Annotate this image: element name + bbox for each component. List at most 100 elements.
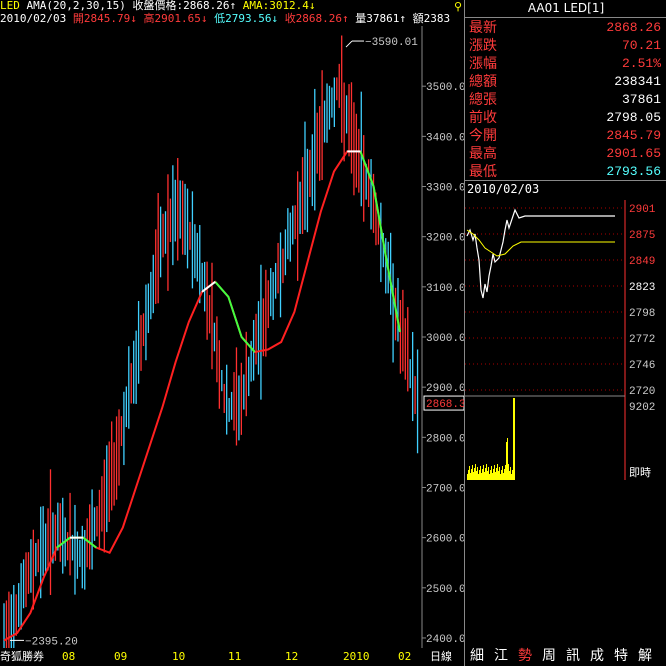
quote-row: 最高 2901.65 (467, 145, 663, 163)
volume-bar (473, 472, 474, 480)
ama-value-label: AMA:3012.4↓ (242, 0, 316, 12)
volume-max-label: 9202 (629, 402, 655, 414)
low-label: 低2793.56↓ (214, 12, 279, 25)
volume-bar (471, 469, 472, 480)
volume-bar (498, 471, 499, 480)
intraday-tick-label: 2798 (629, 308, 655, 320)
volume-bar (495, 472, 496, 480)
volume-bar (496, 468, 497, 480)
quote-label: 總額 (469, 74, 497, 90)
y-tick-label: 2600.0 (426, 534, 464, 546)
volume-bar (486, 464, 487, 480)
y-tick-label: 3100.0 (426, 283, 464, 295)
volume-bar (475, 464, 476, 480)
last-price-text: 2868.3 (426, 399, 464, 411)
volume-bar (501, 470, 502, 480)
volume-bar (484, 472, 485, 480)
intraday-tick-label: 2823 (629, 282, 655, 294)
volume-bar (470, 473, 471, 480)
quote-value: 37861 (621, 92, 661, 107)
quote-row: 最新 2868.26 (467, 19, 663, 37)
volume-bar (503, 473, 504, 480)
volume-bar (505, 465, 506, 480)
realtime-label[interactable]: 即時 (629, 466, 651, 479)
ama-flat-segment (214, 281, 256, 353)
volume-bar (510, 467, 511, 480)
tab-周[interactable]: 周 (537, 646, 561, 666)
quote-row: 總張 37861 (467, 91, 663, 109)
open-label: 開2845.79↓ (72, 12, 137, 25)
volume-bar (478, 474, 479, 480)
quote-title: AA01 LED[1] (527, 1, 605, 15)
intraday-tick-label: 2901 (629, 204, 656, 216)
volume-bar (494, 465, 495, 480)
quote-value: 2901.65 (606, 146, 661, 161)
intraday-chart[interactable]: 2901 2875 2849 2823 2798 2772 2746 2720 9202 即時 (465, 200, 666, 484)
quote-label: 前收 (469, 110, 497, 126)
volume-bar (500, 474, 501, 480)
volume-bar (504, 469, 505, 480)
indicator-bar: LED AMA(20,2,30,15) 收盤價格:2868.26↑ AMA:30… (0, 0, 462, 12)
quote-value: 70.21 (621, 38, 661, 53)
tab-江[interactable]: 江 (489, 646, 513, 666)
volume-bar (491, 466, 492, 480)
period-label[interactable]: 日線 (430, 648, 452, 666)
tab-特[interactable]: 特 (609, 646, 633, 666)
date-tick-label: 12 (285, 650, 299, 663)
price-chart[interactable]: 3500.0 3400.0 3300.0 3200.0 3100.0 3000.0 2900… (0, 26, 464, 648)
y-tick-label: 2400.0 (426, 634, 464, 646)
pin-icon[interactable]: ⚲ (454, 0, 464, 13)
volume-bar (493, 469, 494, 480)
y-tick-label: 3200.0 (426, 233, 464, 245)
quote-label: 漲幅 (469, 56, 497, 72)
tab-勢[interactable]: 勢 (513, 646, 537, 666)
y-tick-label: 2900.0 (426, 383, 464, 395)
volume-bar (479, 470, 480, 480)
y-tick-label: 3300.0 (426, 183, 464, 195)
amount-label: 額2383 (412, 12, 451, 25)
volume-bar (474, 468, 475, 480)
date-tick-label: 02 (398, 650, 412, 663)
quote-label: 總張 (469, 92, 497, 108)
close-label: 收2868.26↑ (284, 12, 349, 25)
y-tick-label: 3400.0 (426, 132, 464, 144)
quote-value: 2845.79 (606, 128, 661, 143)
quote-value: 2868.26 (606, 20, 661, 35)
quote-value: 2.51% (621, 56, 661, 71)
ama-neutral-segment (201, 281, 216, 293)
volume-bar (467, 474, 468, 480)
volume-bar (511, 474, 512, 480)
high-label: 高2901.65↓ (143, 12, 208, 25)
max-price-label: −3590.01 (365, 37, 418, 49)
volume-bar (490, 470, 491, 480)
volume-bar (487, 471, 488, 480)
symbol-label: LED (0, 0, 20, 12)
quote-label: 最新 (469, 20, 497, 36)
tab-細[interactable]: 細 (465, 646, 489, 666)
y-tick-label: 3000.0 (426, 333, 464, 345)
tab-解[interactable]: 解 (633, 646, 657, 666)
volume-bar (469, 466, 470, 480)
intraday-tick-label: 2720 (629, 386, 655, 398)
min-price-label: −2395.20 (25, 636, 78, 648)
volume-bar (507, 438, 508, 480)
quote-label: 最低 (469, 164, 497, 180)
intraday-price-line (466, 208, 615, 299)
y-tick-label: 2800.0 (426, 433, 464, 445)
volume-label: 量37861↑ (355, 12, 407, 25)
quote-label: 漲跌 (469, 38, 497, 54)
y-tick-label: 2700.0 (426, 483, 464, 495)
close-price-label: 收盤價格:2868.26↑ (132, 0, 237, 12)
volume-bar (502, 466, 503, 480)
y-tick-label: 2500.0 (426, 584, 464, 596)
quote-label: 最高 (469, 146, 497, 162)
quote-row: 今開 2845.79 (467, 127, 663, 145)
indicator-name: AMA(20,2,30,15) (26, 0, 126, 12)
tab-訊[interactable]: 訊 (561, 646, 585, 666)
quote-row: 最低 2793.56 (467, 163, 663, 181)
volume-bar (481, 473, 482, 480)
date-tick-label: 2010 (343, 650, 370, 663)
volume-bar (476, 471, 477, 480)
tab-成[interactable]: 成 (585, 646, 609, 666)
quote-label: 今開 (469, 128, 497, 144)
